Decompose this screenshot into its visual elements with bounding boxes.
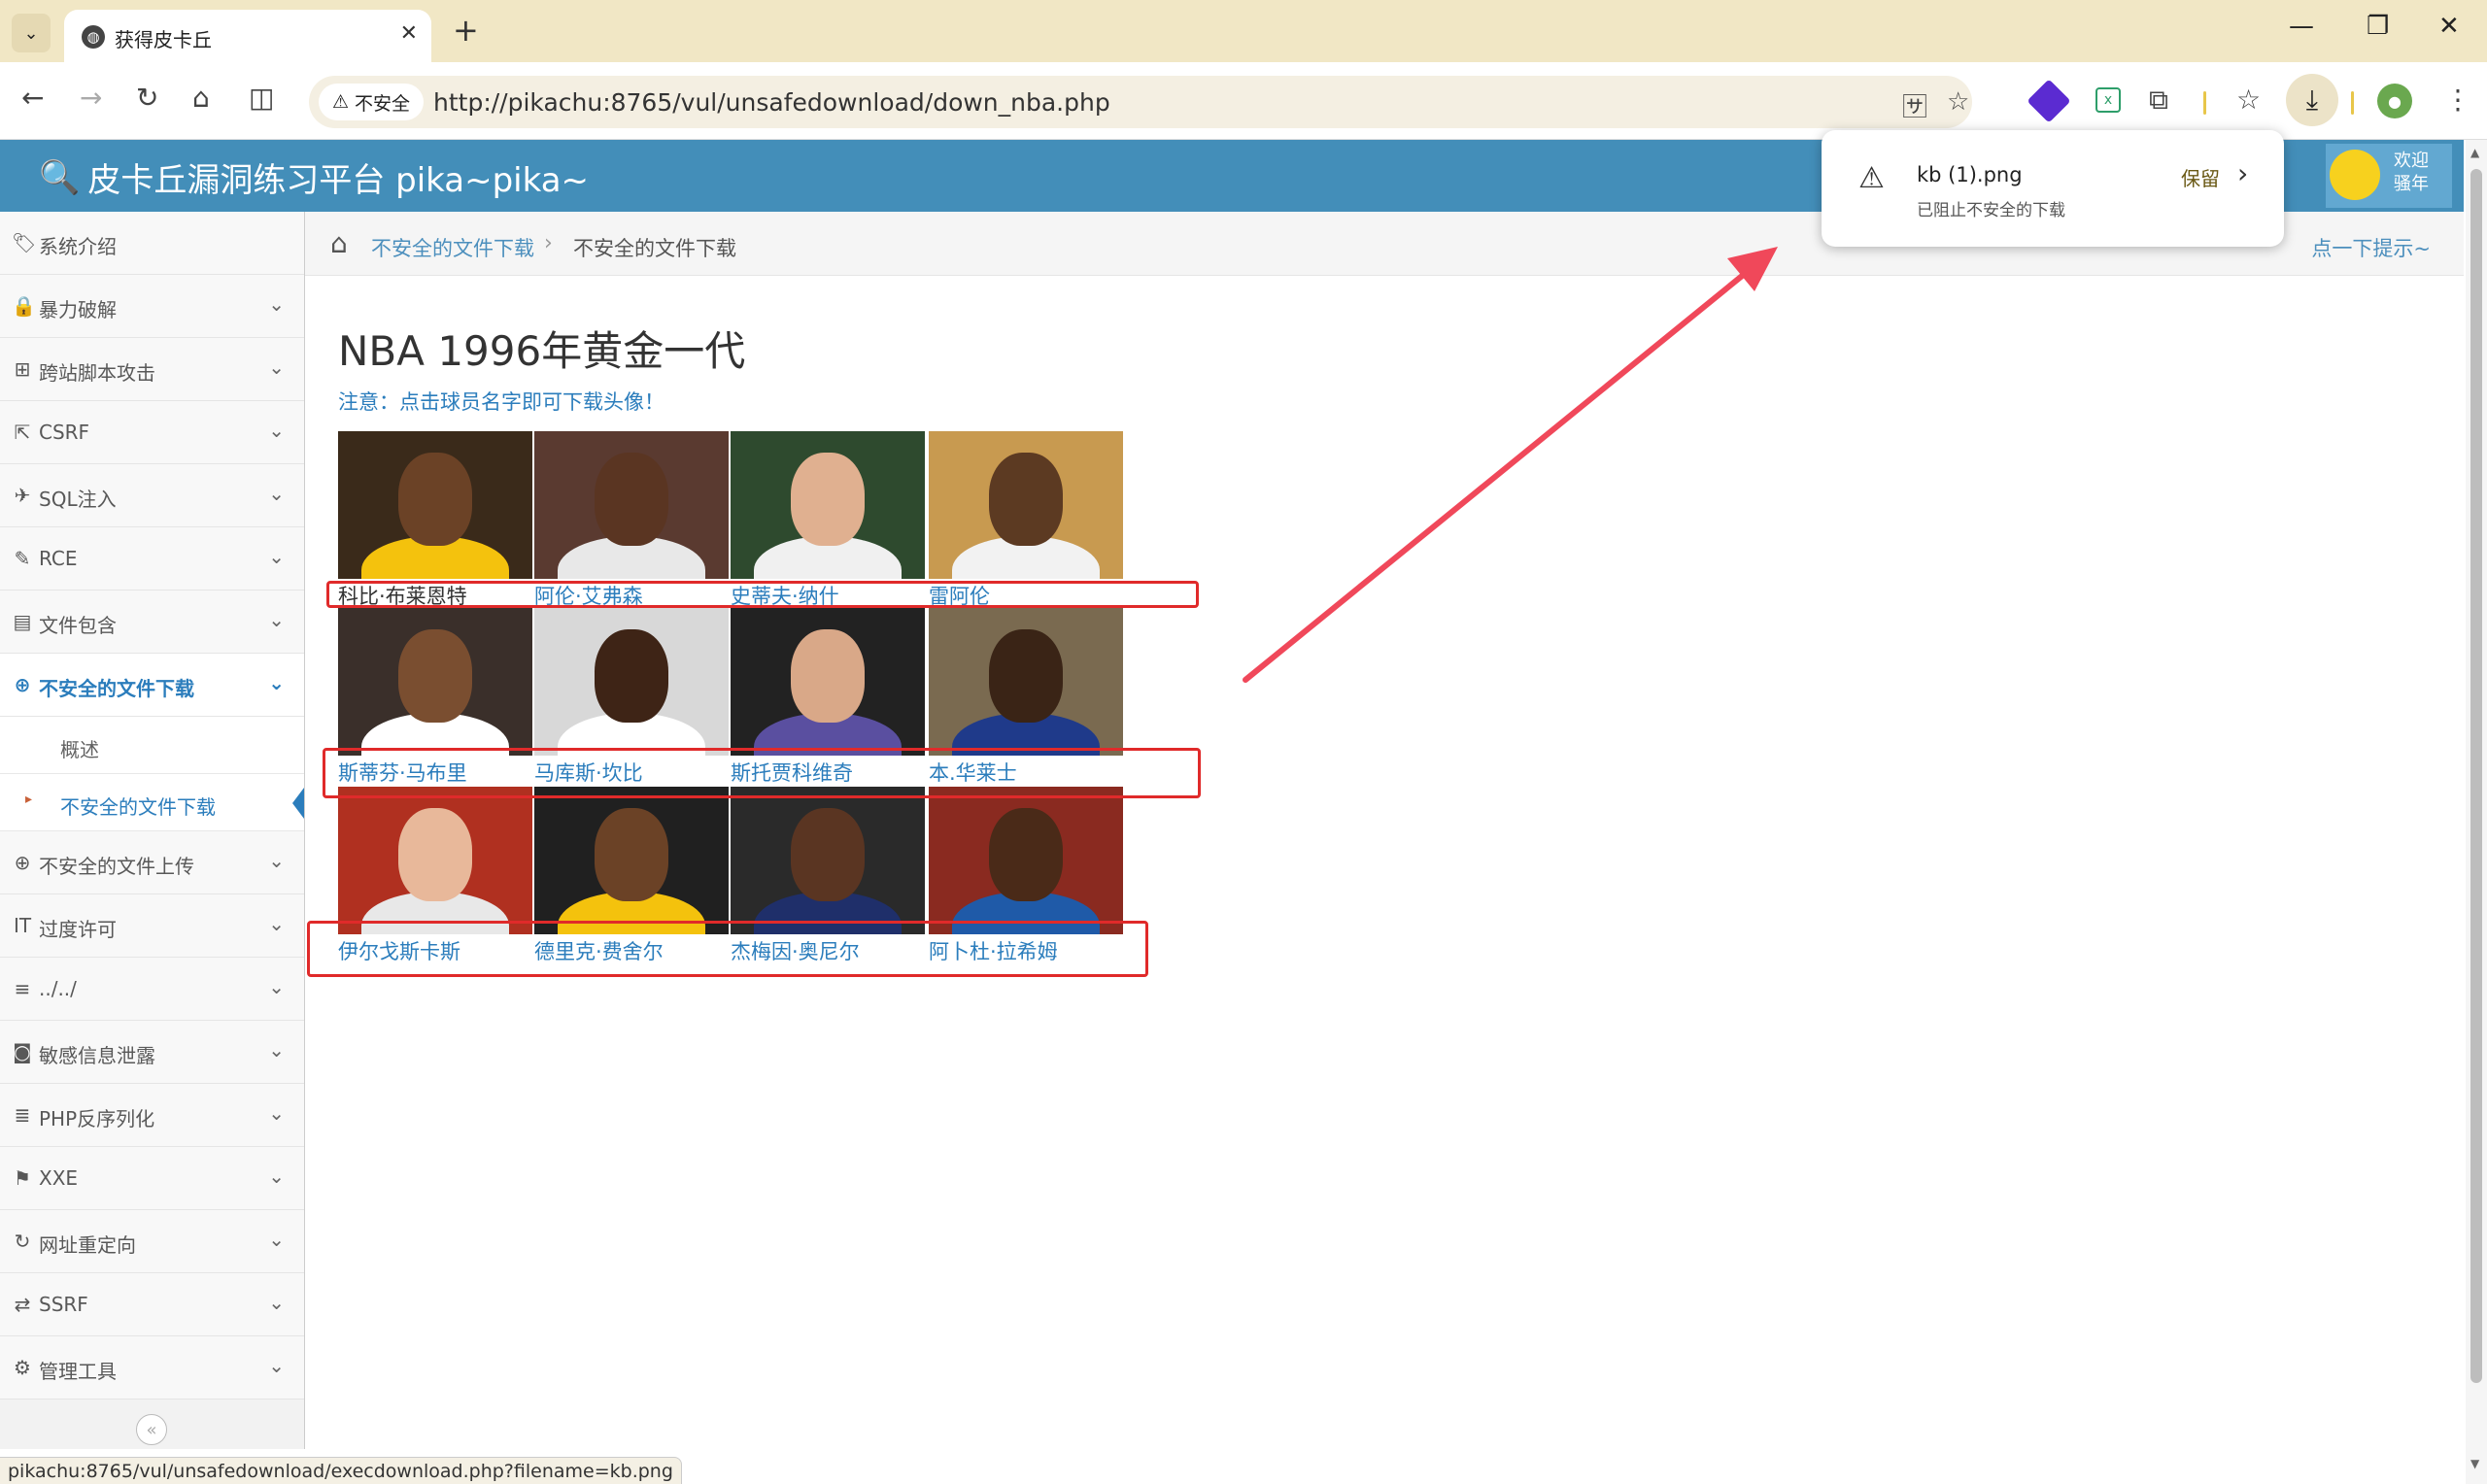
arrow-shaft: [1243, 261, 1759, 683]
scroll-up-icon[interactable]: ▲: [2470, 146, 2479, 159]
scroll-down-icon[interactable]: ▼: [2470, 1457, 2479, 1470]
download-bubble: ⚠ kb (1).png 已阻止不安全的下载 保留 ›: [1822, 130, 2284, 247]
keep-button[interactable]: 保留: [2181, 163, 2220, 191]
download-filename: kb (1).png: [1917, 163, 2023, 186]
chevron-right-icon[interactable]: ›: [2237, 157, 2248, 189]
scroll-thumb[interactable]: [2470, 169, 2482, 1383]
status-bar-url: pikachu:8765/vul/unsafedownload/execdown…: [0, 1457, 682, 1484]
download-status: 已阻止不安全的下载: [1917, 201, 2065, 220]
page-scrollbar[interactable]: ▲ ▼: [2466, 140, 2487, 1484]
warning-icon: ⚠: [1858, 161, 1885, 195]
